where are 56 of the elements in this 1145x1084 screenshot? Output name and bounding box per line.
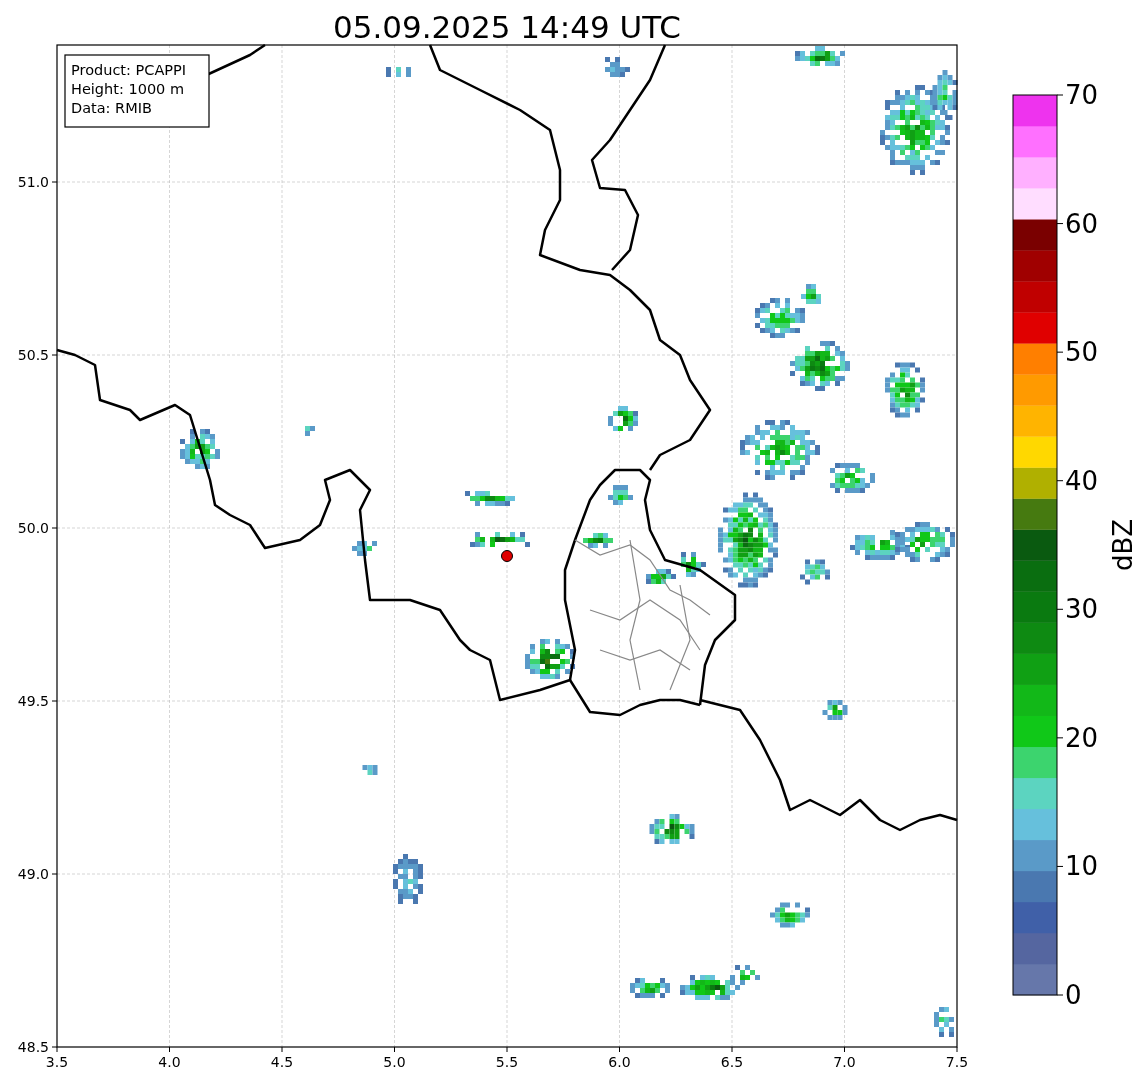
radar-echo [525,639,575,679]
info-text: Data: RMIB [71,100,152,116]
radar-echo [305,426,315,436]
colorbar-tick-label: 50 [1065,337,1099,368]
radar-echo [470,532,530,547]
radar-echo [850,530,910,560]
radar-echo [646,569,676,584]
radar-echo [790,341,850,391]
colorbar-label: dBZ [1108,518,1138,572]
info-text: Height: 1000 m [71,81,185,97]
radar-echo [352,541,377,556]
axis-tick-label: 48.5 [17,1039,49,1055]
colorbar-tick-label: 60 [1065,208,1099,239]
axis-tick-label: 5.0 [383,1054,406,1070]
radar-echo [465,491,515,506]
axis-tick-label: 4.5 [270,1054,294,1070]
axis-tick-label: 7.5 [945,1054,969,1070]
axis-tick-label: 5.5 [495,1054,519,1070]
radar-echo [895,522,955,562]
radar-echo [608,406,638,431]
axis-tick-label: 49.5 [17,693,49,709]
axis-tick-label: 6.5 [720,1054,744,1070]
radar-echo [605,57,630,77]
radar-echo [386,67,411,77]
axis-tick-label: 3.5 [45,1054,69,1070]
radar-echo [180,429,220,469]
axis-tick-label: 50.0 [17,520,49,536]
axis-tick-label: 4.0 [158,1054,181,1070]
colorbar-tick-label: 70 [1065,80,1099,110]
colorbar-tick-label: 20 [1065,722,1099,753]
radar-echo [649,814,695,844]
radar-echo [608,485,633,505]
colorbar-tick-label: 40 [1065,465,1099,496]
axis-tick-label: 50.5 [17,347,49,363]
axis-tick-label: 6.0 [608,1054,631,1070]
colorbar-tick-label: 0 [1065,980,1082,1010]
radar-echo [630,978,670,998]
radar-echo [583,533,613,548]
radar-echo [800,559,830,585]
radar-echo [822,700,848,720]
radar-echo [795,46,845,66]
radar-echo [885,362,925,418]
radar-echo [362,765,378,775]
radar-echo [830,463,875,493]
colorbar-tick-label: 30 [1065,594,1099,625]
radar-echo [393,854,423,904]
chart-title: 05.09.2025 14:49 UTC [333,9,681,45]
axis-tick-label: 49.0 [17,866,49,882]
radar-echo [681,552,706,577]
radar-site-marker [501,550,513,562]
radar-echo [934,1007,954,1037]
axis-tick-label: 51.0 [17,174,49,190]
radar-echo [770,902,810,928]
colorbar-tick-label: 10 [1065,851,1099,882]
info-text: Product: PCAPPI [71,62,187,78]
axis-tick-label: 7.0 [833,1054,856,1070]
